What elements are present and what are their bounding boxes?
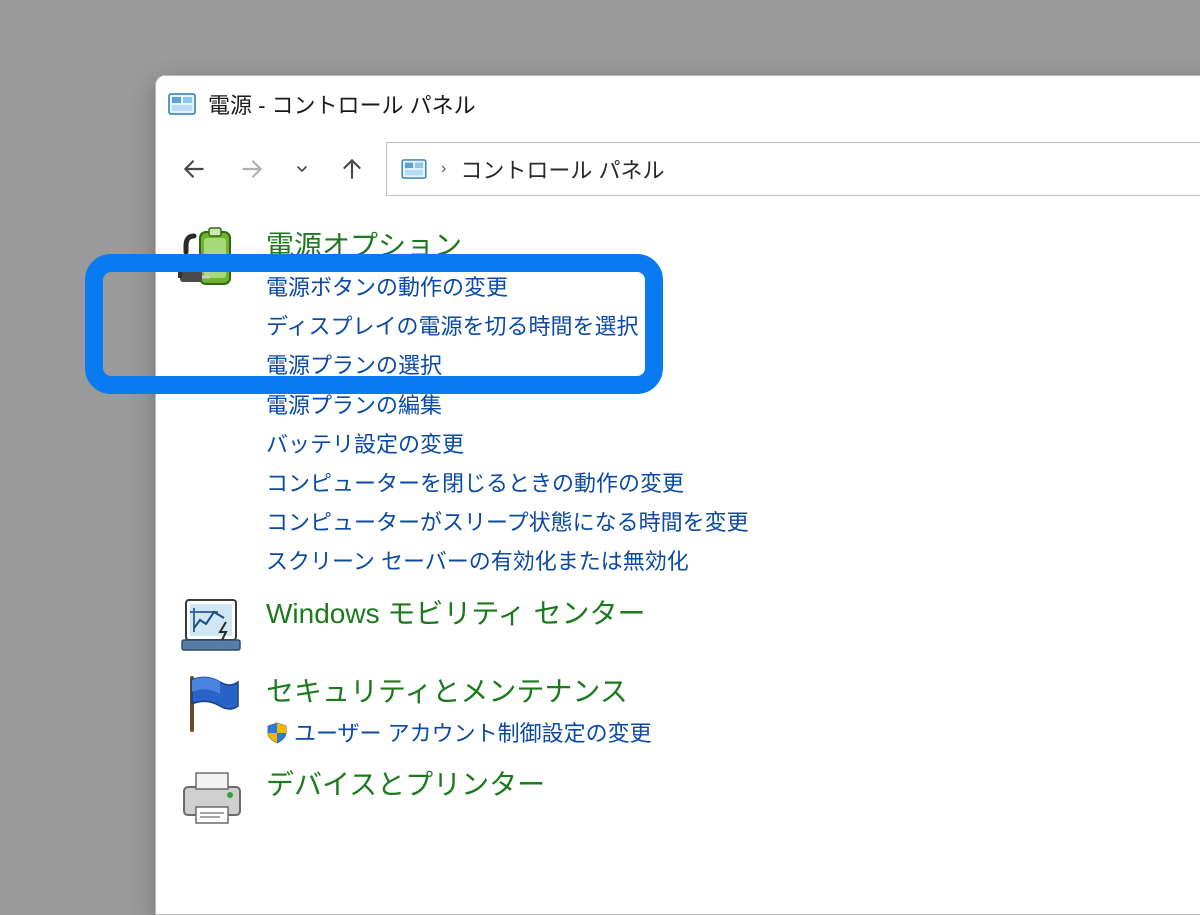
category-title-power[interactable]: 電源オプション [266, 224, 749, 266]
printer-icon [176, 765, 248, 829]
control-panel-icon [168, 93, 196, 115]
window-title: 電源 - コントロール パネル [208, 88, 476, 120]
mobility-center-icon [176, 594, 248, 658]
link-lid-close-behavior[interactable]: コンピューターを閉じるときの動作の変更 [266, 466, 749, 501]
control-panel-icon [401, 158, 427, 180]
link-sleep-time[interactable]: コンピューターがスリープ状態になる時間を変更 [266, 505, 749, 540]
recent-dropdown[interactable] [286, 145, 318, 193]
category-devices: デバイスとプリンター [176, 759, 1200, 837]
uac-shield-icon [266, 722, 288, 744]
breadcrumb-root[interactable]: コントロール パネル [460, 153, 664, 185]
category-security: セキュリティとメンテナンス ユーザー アカウント制御設定の変更 [176, 666, 1200, 759]
content-area: 電源オプション 電源ボタンの動作の変更 ディスプレイの電源を切る時間を選択 電源… [156, 220, 1200, 837]
link-display-off-time[interactable]: ディスプレイの電源を切る時間を選択 [266, 309, 749, 344]
link-screensaver-toggle[interactable]: スクリーン セーバーの有効化または無効化 [266, 544, 749, 579]
category-title-mobility[interactable]: Windows モビリティ センター [266, 592, 645, 634]
link-uac-settings[interactable]: ユーザー アカウント制御設定の変更 [266, 716, 652, 751]
flag-icon [176, 672, 248, 736]
category-title-security[interactable]: セキュリティとメンテナンス [266, 670, 652, 712]
link-choose-power-plan[interactable]: 電源プランの選択 [266, 348, 749, 383]
link-battery-settings[interactable]: バッテリ設定の変更 [266, 427, 749, 462]
chevron-right-icon: › [441, 160, 446, 178]
link-power-button-behavior[interactable]: 電源ボタンの動作の変更 [266, 270, 749, 305]
link-edit-power-plan[interactable]: 電源プランの編集 [266, 388, 749, 423]
category-title-devices[interactable]: デバイスとプリンター [266, 763, 545, 805]
up-button[interactable] [328, 145, 376, 193]
titlebar: 電源 - コントロール パネル [156, 76, 1200, 132]
address-bar[interactable]: › コントロール パネル [386, 142, 1200, 196]
nav-toolbar: › コントロール パネル [156, 132, 1200, 220]
forward-button[interactable] [228, 145, 276, 193]
control-panel-window: 電源 - コントロール パネル › コントロール パネル [155, 75, 1200, 915]
link-uac-settings-label: ユーザー アカウント制御設定の変更 [294, 721, 652, 746]
back-button[interactable] [170, 145, 218, 193]
battery-plug-icon [176, 226, 248, 290]
category-power: 電源オプション 電源ボタンの動作の変更 ディスプレイの電源を切る時間を選択 電源… [176, 220, 1200, 588]
category-mobility: Windows モビリティ センター [176, 588, 1200, 666]
